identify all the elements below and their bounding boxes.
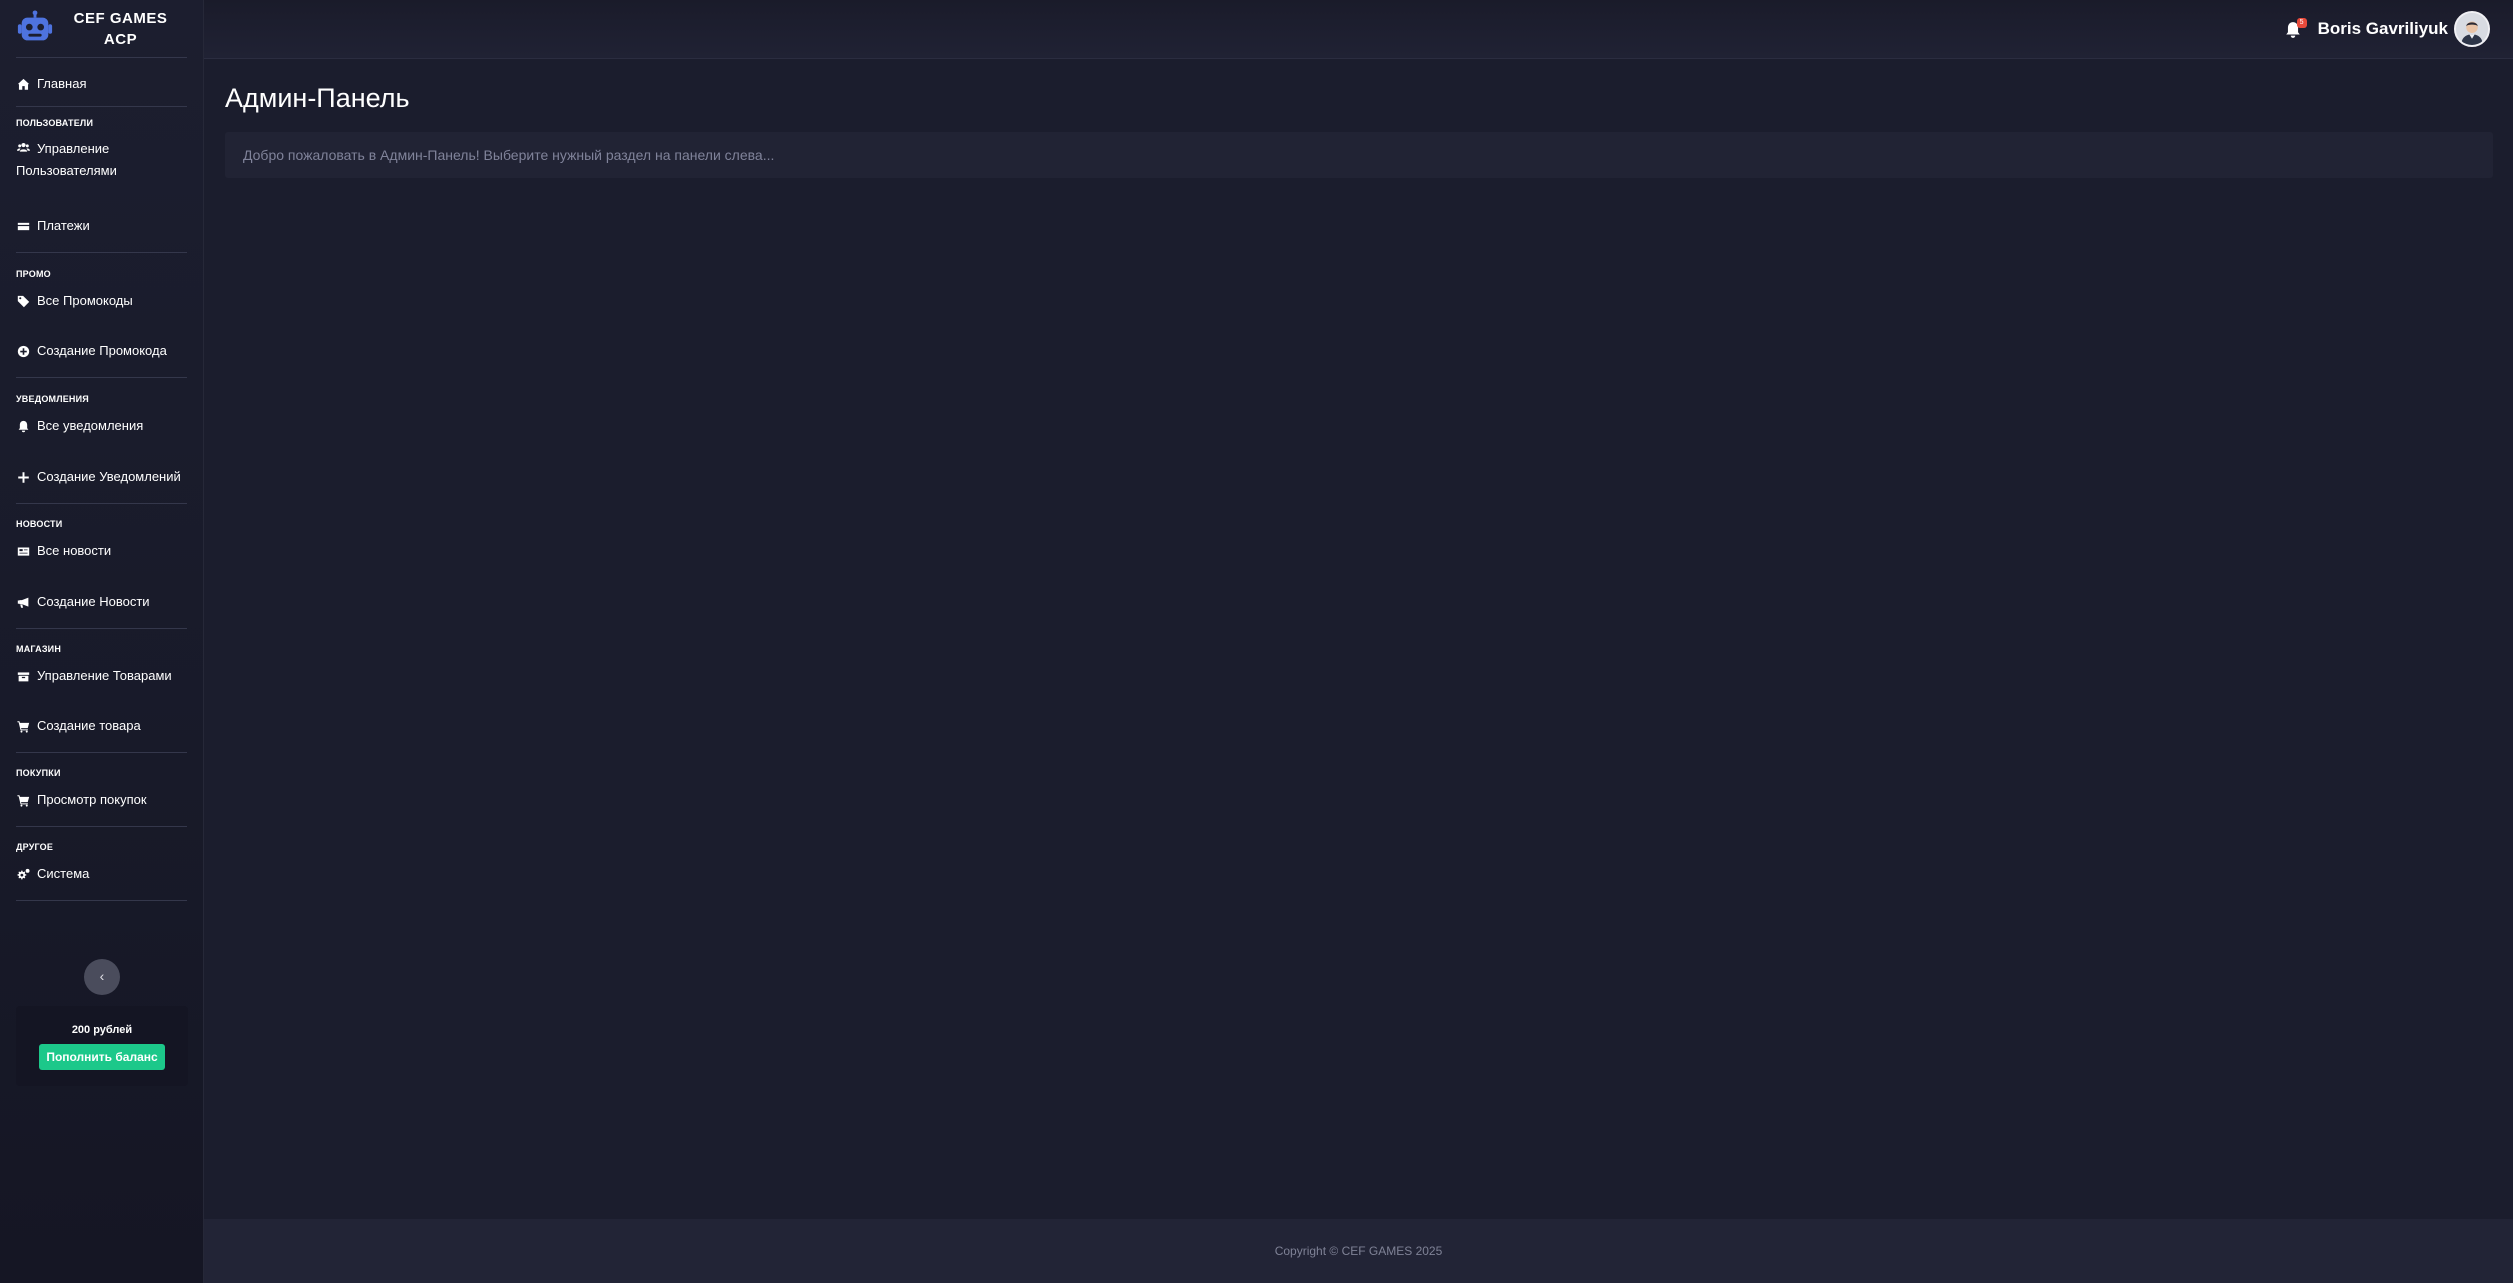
users-icon — [16, 141, 30, 155]
box-icon — [16, 669, 30, 683]
chevron-left-icon: ‹ — [99, 968, 105, 984]
sidebar-item-label: Все Промокоды — [37, 293, 133, 308]
sidebar: CEF GAMES ACP Главная ПОЛЬЗОВАТЕЛИ Управ… — [0, 0, 204, 1283]
sidebar-toggle-button[interactable]: ‹ — [84, 959, 120, 995]
sidebar-item-all-promocodes[interactable]: Все Промокоды — [16, 290, 187, 312]
sidebar-heading-promo: ПРОМО — [16, 269, 51, 279]
sidebar-item-all-news[interactable]: Все новости — [16, 540, 187, 562]
sidebar-item-label: Просмотр покупок — [37, 792, 147, 807]
notifications-badge: 5 — [2296, 18, 2307, 28]
sidebar-item-label: Управление Товарами — [37, 668, 172, 683]
home-icon — [16, 77, 30, 91]
plus-icon — [16, 470, 30, 484]
sidebar-heading-notifications: УВЕДОМЛЕНИЯ — [16, 394, 89, 404]
sidebar-item-create-notification[interactable]: Создание Уведомлений — [16, 466, 187, 488]
cart-plus-icon — [16, 719, 30, 733]
sidebar-item-home[interactable]: Главная — [16, 73, 187, 95]
sidebar-heading-users: ПОЛЬЗОВАТЕЛИ — [16, 118, 94, 128]
footer: Copyright © CEF GAMES 2025 — [204, 1219, 2513, 1283]
credit-card-icon — [16, 219, 30, 233]
sidebar-item-label: Управление Пользователями — [16, 141, 117, 178]
sidebar-item-manage-products[interactable]: Управление Товарами — [16, 665, 187, 687]
newspaper-icon — [16, 544, 30, 558]
brand-link[interactable]: CEF GAMES ACP — [16, 0, 187, 58]
sidebar-item-payments[interactable]: Платежи — [16, 215, 187, 237]
sidebar-item-create-promocode[interactable]: Создание Промокода — [16, 340, 187, 362]
page-title: Админ-Панель — [225, 83, 410, 113]
brand-title: CEF GAMES ACP — [54, 8, 187, 50]
sidebar-item-label: Все новости — [37, 543, 112, 558]
sidebar-item-label: Система — [37, 866, 90, 881]
sidebar-nav: Главная ПОЛЬЗОВАТЕЛИ Управление Пользова… — [0, 58, 203, 901]
balance-card: 200 рублей Пополнить баланс — [16, 1006, 188, 1086]
sidebar-item-user-management[interactable]: Управление Пользователями — [16, 138, 187, 182]
sidebar-heading-news: НОВОСТИ — [16, 519, 63, 529]
user-name[interactable]: Boris Gavriliyuk — [2318, 19, 2448, 39]
topbar: 5 Boris Gavriliyuk — [204, 0, 2513, 59]
sidebar-item-label: Все уведомления — [37, 418, 144, 433]
sidebar-item-create-news[interactable]: Создание Новости — [16, 591, 187, 613]
page-content: Админ-Панель Добро пожаловать в Админ-Па… — [204, 59, 2513, 1219]
brand: CEF GAMES ACP — [0, 0, 203, 58]
sidebar-heading-purchases: ПОКУПКИ — [16, 768, 61, 778]
balance-amount: 200 рублей — [71, 1024, 133, 1036]
sidebar-item-system[interactable]: Система — [16, 863, 187, 885]
sidebar-item-label: Создание Промокода — [37, 343, 167, 358]
robot-icon — [17, 9, 53, 40]
brand-title-line2: ACP — [103, 30, 138, 48]
user-avatar-icon[interactable] — [2454, 11, 2490, 47]
welcome-message: Добро пожаловать в Админ-Панель! Выберит… — [225, 132, 2493, 178]
sidebar-heading-shop: МАГАЗИН — [16, 644, 62, 654]
sidebar-divider — [16, 900, 187, 901]
sidebar-item-label: Создание Уведомлений — [37, 469, 181, 484]
copyright-text: Copyright © CEF GAMES 2025 — [1274, 1244, 1443, 1258]
main-wrapper: 5 Boris Gavriliyuk Админ-Панель Добро по… — [204, 0, 2513, 1283]
sidebar-item-all-notifications[interactable]: Все уведомления — [16, 415, 187, 437]
cogs-icon — [16, 867, 30, 881]
sidebar-item-view-purchases[interactable]: Просмотр покупок — [16, 789, 187, 811]
sidebar-item-label: Создание товара — [37, 718, 141, 733]
notifications-button[interactable]: 5 — [2284, 18, 2307, 39]
sidebar-item-label: Платежи — [37, 218, 90, 233]
topup-balance-button[interactable]: Пополнить баланс — [39, 1044, 165, 1070]
brand-title-line1: CEF GAMES — [73, 9, 168, 27]
bell-icon — [16, 419, 30, 433]
bullhorn-icon — [16, 595, 30, 609]
sidebar-heading-other: ДРУГОЕ — [16, 842, 54, 852]
sidebar-item-create-product[interactable]: Создание товара — [16, 715, 187, 737]
sidebar-item-label: Главная — [37, 76, 87, 91]
app: CEF GAMES ACP Главная ПОЛЬЗОВАТЕЛИ Управ… — [0, 0, 2513, 1283]
tag-icon — [16, 294, 30, 308]
plus-circle-icon — [16, 344, 30, 358]
sidebar-item-label: Создание Новости — [37, 594, 150, 609]
shopping-cart-icon — [16, 793, 30, 807]
